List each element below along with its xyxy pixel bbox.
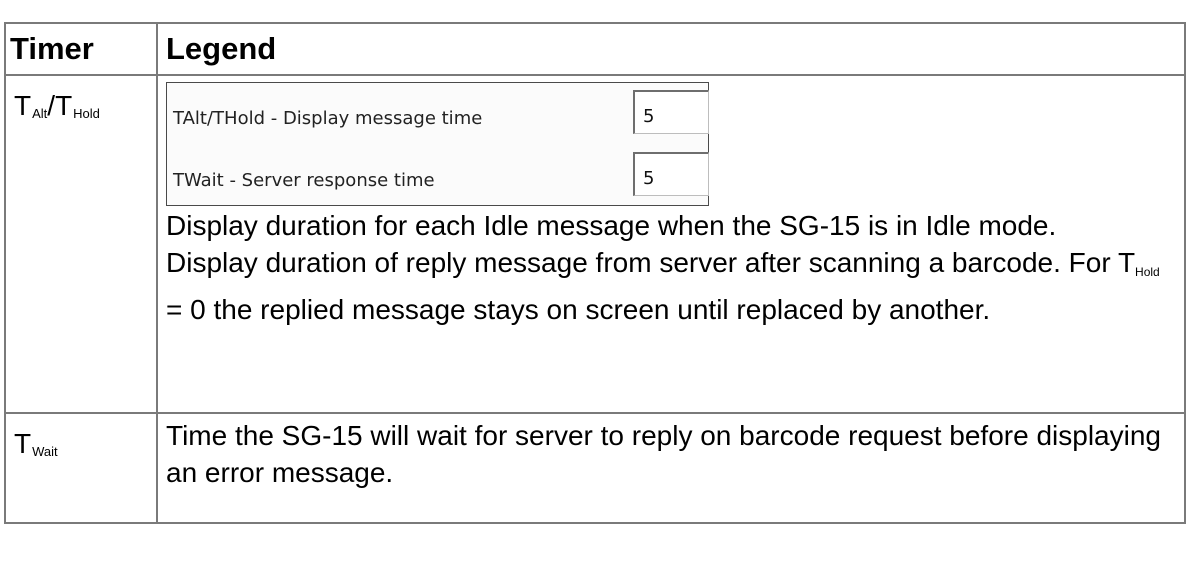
idle-message-description: Display duration for each Idle message w… bbox=[166, 210, 1057, 241]
display-time-row: TAlt/THold - Display message time bbox=[173, 90, 709, 134]
server-response-row: TWait - Server response time bbox=[173, 152, 709, 196]
wait-description: Time the SG-15 will wait for server to r… bbox=[166, 420, 1161, 488]
settings-panel: TAlt/THold - Display message time TWait … bbox=[166, 82, 709, 206]
server-response-input[interactable] bbox=[633, 152, 709, 196]
reply-message-description: Display duration of reply message from s… bbox=[166, 247, 1160, 325]
display-time-label: TAlt/THold - Display message time bbox=[173, 108, 483, 129]
legend-alt-hold: TAlt/THold - Display message time TWait … bbox=[156, 74, 1186, 414]
header-timer: Timer bbox=[4, 22, 158, 76]
table-row-alt-hold: TAlt/THold TAlt/THold - Display message … bbox=[4, 74, 1186, 414]
timer-legend-table: Timer Legend TAlt/THold TAlt/THold - Dis… bbox=[4, 22, 1186, 524]
timer-wait: TWait bbox=[4, 412, 158, 524]
table-header-row: Timer Legend bbox=[4, 22, 1186, 76]
legend-wait: Time the SG-15 will wait for server to r… bbox=[156, 412, 1186, 524]
header-legend: Legend bbox=[156, 22, 1186, 76]
server-response-label: TWait - Server response time bbox=[173, 170, 435, 191]
table-row-wait: TWait Time the SG-15 will wait for serve… bbox=[4, 412, 1186, 524]
timer-alt-hold: TAlt/THold bbox=[4, 74, 158, 414]
display-time-input[interactable] bbox=[633, 90, 709, 134]
